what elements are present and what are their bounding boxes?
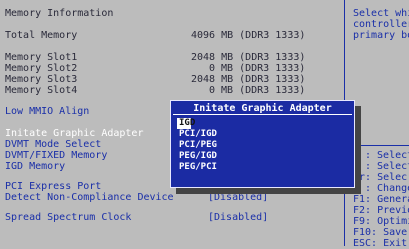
spread-spectrum-item[interactable]: Spread Spectrum Clock <box>5 212 131 223</box>
help-key-8: F10: Save <box>353 227 408 238</box>
option-popup: Initate Graphic Adapter IGD PCI/IGD PCI/… <box>170 100 355 188</box>
memory-slot1-value: 2048 MB (DDR3 1333) <box>191 52 306 63</box>
detect-noncompliance-item[interactable]: Detect Non-Compliance Device <box>5 192 174 203</box>
total-memory-label: Total Memory <box>5 30 78 41</box>
spread-spectrum-value[interactable]: [Disabled] <box>208 212 268 223</box>
section-title: Memory Information <box>5 8 114 19</box>
help-line-3: primary bo <box>353 30 409 41</box>
memory-slot2-label: Memory Slot2 <box>5 63 78 74</box>
memory-slot4-label: Memory Slot4 <box>5 85 78 96</box>
help-key-1: : Select <box>365 150 409 161</box>
help-key-7: F9: Optimi <box>353 216 409 227</box>
pci-express-port-item[interactable]: PCI Express Port <box>5 181 101 192</box>
help-key-5: F1: Genera <box>353 194 409 205</box>
memory-slot2-value: 0 MB (DDR3 1333) <box>209 63 306 74</box>
igd-memory-item[interactable]: IGD Memory <box>5 161 65 172</box>
dvmt-fixed-memory-item[interactable]: DVMT/FIXED Memory <box>5 150 107 161</box>
option-pci-peg[interactable]: PCI/PEG <box>177 140 347 151</box>
help-key-9: ESC: Exit <box>353 238 408 249</box>
option-igd[interactable]: IGD <box>177 118 195 129</box>
help-key-2: : Select <box>365 161 409 172</box>
initiate-graphic-adapter-item[interactable]: Initate Graphic Adapter <box>5 128 143 139</box>
memory-slot4-value: 0 MB (DDR3 1333) <box>209 85 306 96</box>
option-pci-igd[interactable]: PCI/IGD <box>177 129 347 140</box>
help-line-2: controller <box>353 19 409 30</box>
memory-slot3-value: 2048 MB (DDR3 1333) <box>191 74 306 85</box>
option-peg-pci[interactable]: PEG/PCI <box>177 162 347 173</box>
help-key-4: : Change <box>365 183 409 194</box>
option-peg-igd[interactable]: PEG/IGD <box>177 151 347 162</box>
help-key-6: F2: Previo <box>353 205 409 216</box>
popup-title: Initate Graphic Adapter <box>193 103 332 114</box>
low-mmio-align-item[interactable]: Low MMIO Align <box>5 106 89 117</box>
memory-slot1-label: Memory Slot1 <box>5 52 78 63</box>
popup-title-bar: Initate Graphic Adapter <box>173 103 352 115</box>
total-memory-value: 4096 MB (DDR3 1333) <box>191 30 306 41</box>
help-line-1: Select whi <box>353 8 409 19</box>
dvmt-mode-select-item[interactable]: DVMT Mode Select <box>5 139 101 150</box>
memory-slot3-label: Memory Slot3 <box>5 74 78 85</box>
